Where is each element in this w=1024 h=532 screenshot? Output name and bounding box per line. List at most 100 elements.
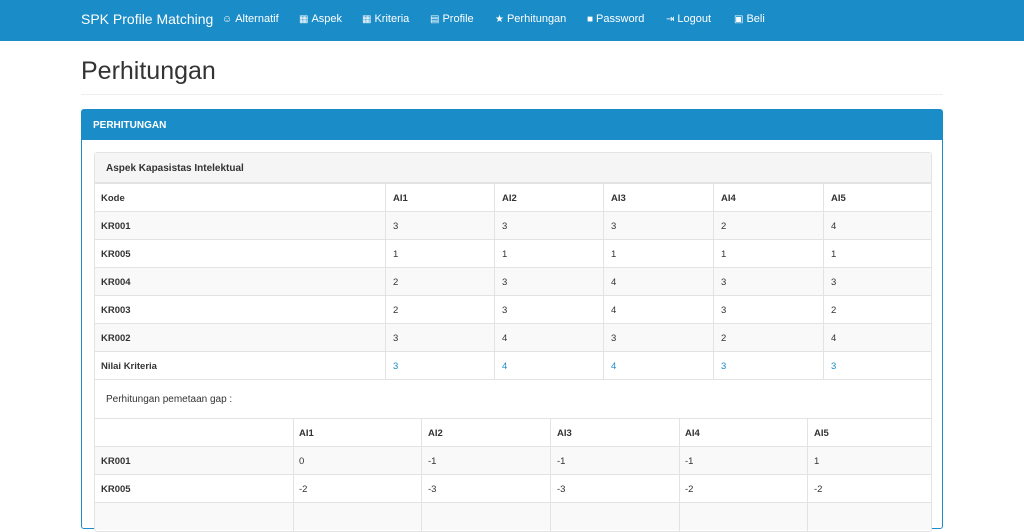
column-divider	[603, 240, 604, 268]
nilai-kriteria-link[interactable]: 3	[393, 361, 398, 372]
column-divider	[293, 503, 294, 531]
star-icon: ★	[495, 14, 504, 25]
column-divider	[385, 296, 386, 324]
column-divider	[603, 184, 604, 212]
title-divider	[81, 94, 943, 95]
value-cell: 1	[721, 249, 727, 260]
nav-item-beli[interactable]: ▣ Beli	[734, 13, 765, 25]
kode-cell: KR004	[101, 277, 131, 288]
nav-item-label: Profile	[442, 13, 474, 25]
column-divider	[807, 419, 808, 447]
value-cell: 4	[502, 333, 508, 344]
column-divider	[603, 268, 604, 296]
value-cell: 3	[721, 277, 727, 288]
gap-cell: -2	[299, 484, 308, 495]
table-header-row: Kode AI1 AI2 AI3 AI4 AI5	[95, 183, 931, 212]
gap-cell: -2	[685, 484, 694, 495]
column-divider	[603, 324, 604, 352]
column-divider	[385, 324, 386, 352]
nilai-kriteria-link[interactable]: 3	[721, 361, 726, 372]
value-cell: 3	[502, 221, 508, 232]
kode-cell: KR001	[101, 456, 131, 467]
column-header: AI2	[502, 193, 517, 204]
column-divider	[823, 296, 824, 324]
column-divider	[823, 352, 824, 380]
value-cell: 4	[611, 277, 617, 288]
value-cell: 2	[721, 333, 727, 344]
table-row: KR003 2 3 4 3 2	[95, 295, 931, 324]
column-divider	[385, 184, 386, 212]
value-cell: 1	[611, 249, 617, 260]
value-cell: 3	[721, 305, 727, 316]
column-divider	[385, 240, 386, 268]
kode-cell: KR001	[101, 221, 131, 232]
value-cell: 2	[393, 305, 399, 316]
value-cell: 3	[393, 333, 399, 344]
column-header: AI4	[685, 428, 700, 439]
value-cell: 3	[611, 333, 617, 344]
th-icon: ▦	[362, 14, 372, 25]
value-cell: 1	[393, 249, 399, 260]
column-divider	[679, 419, 680, 447]
column-divider	[713, 212, 714, 240]
value-cell: 4	[831, 221, 837, 232]
nav-item-alternatif[interactable]: ☺ Alternatif	[222, 13, 279, 25]
column-divider	[823, 184, 824, 212]
nilai-kriteria-link[interactable]: 4	[502, 361, 507, 372]
column-divider	[603, 212, 604, 240]
nilai-kriteria-link[interactable]: 3	[831, 361, 836, 372]
table-row: KR005 -2 -3 -3 -2 -2	[95, 474, 931, 503]
column-divider	[679, 475, 680, 503]
nav-item-label: Perhitungan	[506, 13, 567, 25]
nav-item-profile[interactable]: ▤ Profile	[430, 13, 474, 25]
nav-item-password[interactable]: ■ Password	[587, 13, 644, 25]
column-divider	[421, 475, 422, 503]
profile-icon: ▤	[430, 14, 440, 25]
column-divider	[679, 447, 680, 475]
column-header: AI5	[831, 193, 846, 204]
value-cell: 3	[831, 277, 837, 288]
grid-icon: ▦	[299, 14, 309, 25]
value-cell: 3	[502, 277, 508, 288]
column-divider	[385, 352, 386, 380]
nav-item-label: Aspek	[311, 13, 343, 25]
table-row: KR005 1 1 1 1 1	[95, 239, 931, 268]
nilai-kriteria-label: Nilai Kriteria	[101, 361, 157, 372]
nav-item-label: Logout	[677, 13, 712, 25]
nav-item-label: Password	[596, 13, 645, 25]
column-header: AI1	[299, 428, 314, 439]
column-divider	[550, 447, 551, 475]
column-divider	[550, 503, 551, 531]
column-divider	[679, 503, 680, 531]
gap-cell: -2	[814, 484, 823, 495]
nav-item-logout[interactable]: ⇥ Logout	[666, 13, 711, 25]
column-divider	[823, 212, 824, 240]
page-title: Perhitungan	[81, 57, 216, 85]
nav-item-aspek[interactable]: ▦ Aspek	[299, 13, 342, 25]
column-divider	[603, 352, 604, 380]
value-cell: 1	[502, 249, 508, 260]
brand-link[interactable]: SPK Profile Matching	[81, 11, 213, 27]
column-divider	[494, 268, 495, 296]
table-row: KR004 2 3 4 3 3	[95, 267, 931, 296]
column-divider	[807, 475, 808, 503]
column-header: AI5	[814, 428, 829, 439]
column-header: AI3	[557, 428, 572, 439]
aspek-section: Aspek Kapasistas Intelektual Kode AI1 AI…	[94, 152, 932, 532]
value-cell: 1	[831, 249, 837, 260]
column-divider	[713, 268, 714, 296]
column-divider	[550, 419, 551, 447]
nav-item-label: Alternatif	[235, 13, 279, 25]
column-header: AI1	[393, 193, 408, 204]
nilai-kriteria-link[interactable]: 4	[611, 361, 616, 372]
column-divider	[603, 296, 604, 324]
nav-item-kriteria[interactable]: ▦ Kriteria	[362, 13, 409, 25]
column-header: AI4	[721, 193, 736, 204]
value-cell: 2	[831, 305, 837, 316]
nav-item-perhitungan[interactable]: ★ Perhitungan	[495, 13, 566, 25]
gap-cell: -1	[685, 456, 694, 467]
user-icon: ☺	[222, 14, 233, 25]
value-cell: 3	[502, 305, 508, 316]
gap-cell: -3	[428, 484, 437, 495]
column-header: AI3	[611, 193, 626, 204]
